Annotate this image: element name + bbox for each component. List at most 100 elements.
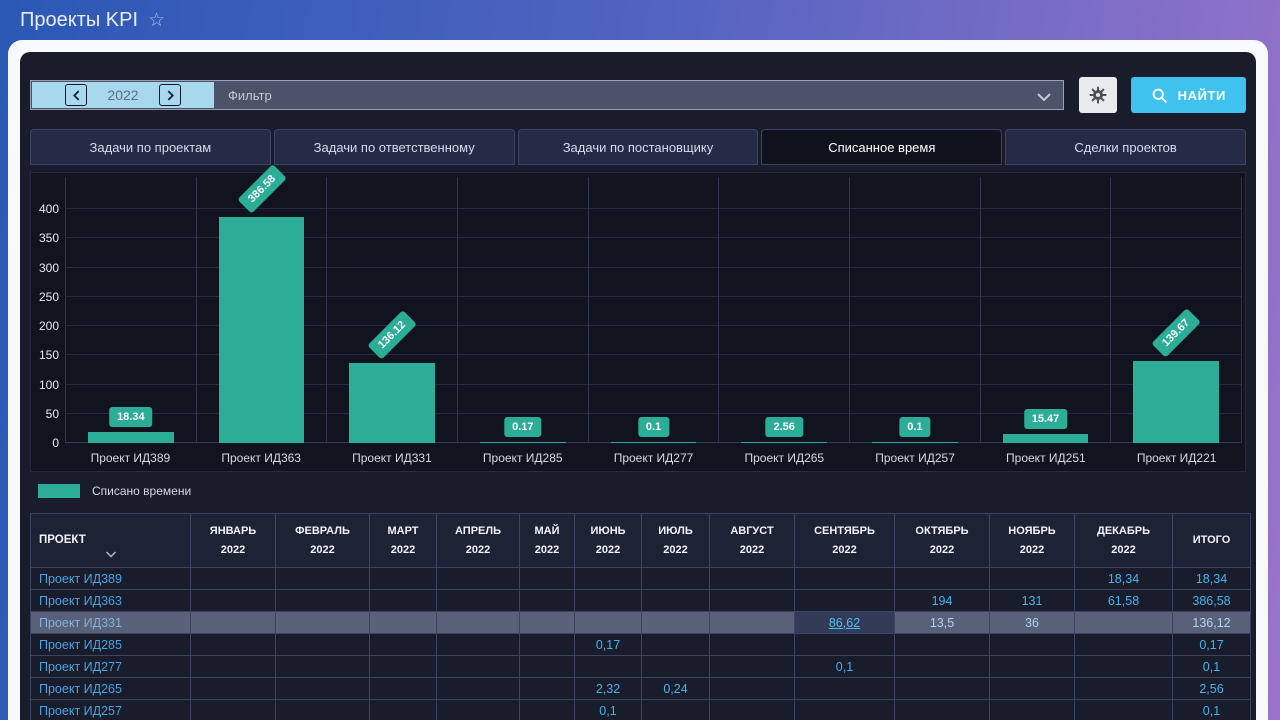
value-cell — [276, 590, 370, 612]
month-name: АВГУСТ — [710, 522, 794, 541]
total-cell: 0,1 — [1173, 700, 1251, 720]
value-cell — [575, 656, 642, 678]
chart-plot: 05010015020025030035040018.34386.58136.1… — [65, 177, 1242, 443]
value-cell — [191, 612, 276, 634]
value-cell: 36 — [990, 612, 1075, 634]
x-axis-label-3: Проект ИД285 — [457, 448, 588, 468]
column-header-month-6: ИЮЛЬ2022 — [642, 514, 710, 568]
value-cell — [710, 612, 795, 634]
bar-3[interactable] — [480, 442, 566, 443]
column-header-month-2: МАРТ2022 — [370, 514, 437, 568]
cell-value: 0,1 — [836, 660, 853, 674]
value-cell — [520, 612, 575, 634]
tab-4[interactable]: Сделки проектов — [1005, 129, 1246, 165]
value-cell — [437, 700, 520, 720]
month-year: 2022 — [575, 541, 641, 560]
content-shell: 2022 Фильтр — [8, 40, 1268, 720]
value-cell[interactable]: 86,62 — [795, 612, 895, 634]
bar-1[interactable] — [219, 217, 305, 443]
value-cell — [575, 612, 642, 634]
bar-8[interactable] — [1133, 361, 1219, 443]
settings-button[interactable] — [1079, 77, 1117, 113]
cell-value[interactable]: 86,62 — [829, 616, 860, 630]
bar-7[interactable] — [1003, 434, 1089, 443]
value-cell — [1075, 678, 1173, 700]
project-link[interactable]: Проект ИД285 — [31, 634, 191, 656]
month-year: 2022 — [895, 541, 989, 560]
value-cell — [276, 568, 370, 590]
total-cell: 0,17 — [1173, 634, 1251, 656]
y-axis-label: 0 — [52, 437, 59, 449]
bar-value-badge: 15.47 — [1024, 409, 1068, 429]
chart-slot-3: 0.17 — [458, 177, 589, 443]
chevron-down-icon[interactable] — [1037, 89, 1051, 107]
kpi-panel: 2022 Фильтр — [20, 52, 1256, 720]
year-next-button[interactable] — [159, 84, 181, 106]
x-axis-label-2: Проект ИД331 — [327, 448, 458, 468]
tab-1[interactable]: Задачи по ответственному — [274, 129, 515, 165]
value-cell — [370, 612, 437, 634]
year-prev-button[interactable] — [65, 84, 87, 106]
value-cell — [895, 568, 990, 590]
bar-5[interactable] — [741, 442, 827, 443]
bar-2[interactable] — [349, 363, 435, 443]
project-link[interactable]: Проект ИД389 — [31, 568, 191, 590]
value-cell — [191, 590, 276, 612]
search-button-label: НАЙТИ — [1178, 88, 1226, 103]
value-cell — [795, 590, 895, 612]
cell-value: 0,17 — [596, 638, 620, 652]
cell-value: 194 — [932, 594, 953, 608]
bar-0[interactable] — [88, 432, 174, 443]
tab-3[interactable]: Списанное время — [761, 129, 1002, 165]
value-cell — [276, 634, 370, 656]
value-cell — [276, 678, 370, 700]
column-header-project[interactable]: ПРОЕКТ — [31, 514, 191, 568]
column-header-month-9: ОКТЯБРЬ2022 — [895, 514, 990, 568]
total-cell: 136,12 — [1173, 612, 1251, 634]
value-cell — [191, 634, 276, 656]
value-cell — [990, 634, 1075, 656]
value-cell — [520, 678, 575, 700]
value-cell: 0,24 — [642, 678, 710, 700]
project-link[interactable]: Проект ИД363 — [31, 590, 191, 612]
table-row-4: Проект ИД2770,10,1 — [31, 656, 1251, 678]
filter-field[interactable]: 2022 Фильтр — [30, 80, 1064, 110]
value-cell — [1075, 700, 1173, 720]
cell-value: 36 — [1025, 616, 1039, 630]
value-cell — [520, 568, 575, 590]
project-link[interactable]: Проект ИД257 — [31, 700, 191, 720]
tab-0[interactable]: Задачи по проектам — [30, 129, 271, 165]
value-cell — [710, 634, 795, 656]
chart-slot-2: 136.12 — [327, 177, 458, 443]
chart-slot-1: 386.58 — [197, 177, 328, 443]
bar-6[interactable] — [872, 442, 958, 443]
favorite-star-icon[interactable]: ☆ — [148, 9, 165, 32]
table-row-6: Проект ИД2570,10,1 — [31, 700, 1251, 720]
value-cell — [575, 568, 642, 590]
year-value: 2022 — [103, 87, 143, 103]
tab-2[interactable]: Задачи по постановщику — [518, 129, 759, 165]
value-cell — [990, 568, 1075, 590]
bar-4[interactable] — [611, 442, 697, 443]
column-header-total: ИТОГО — [1173, 514, 1251, 568]
month-year: 2022 — [710, 541, 794, 560]
y-axis-label: 350 — [39, 232, 59, 244]
value-cell — [437, 634, 520, 656]
project-link[interactable]: Проект ИД265 — [31, 678, 191, 700]
page-title: Проекты KPI — [20, 9, 138, 32]
value-cell: 18,34 — [1075, 568, 1173, 590]
value-cell — [795, 700, 895, 720]
value-cell — [370, 568, 437, 590]
value-cell — [710, 568, 795, 590]
chart-slot-6: 0.1 — [850, 177, 981, 443]
x-axis-label-1: Проект ИД363 — [196, 448, 327, 468]
search-button[interactable]: НАЙТИ — [1131, 77, 1246, 113]
project-link[interactable]: Проект ИД331 — [31, 612, 191, 634]
chart-slot-7: 15.47 — [981, 177, 1112, 443]
project-link[interactable]: Проект ИД277 — [31, 656, 191, 678]
cell-value: 18,34 — [1108, 572, 1139, 586]
month-year: 2022 — [370, 541, 436, 560]
value-cell: 131 — [990, 590, 1075, 612]
column-header-month-8: СЕНТЯБРЬ2022 — [795, 514, 895, 568]
month-year: 2022 — [1075, 541, 1172, 560]
